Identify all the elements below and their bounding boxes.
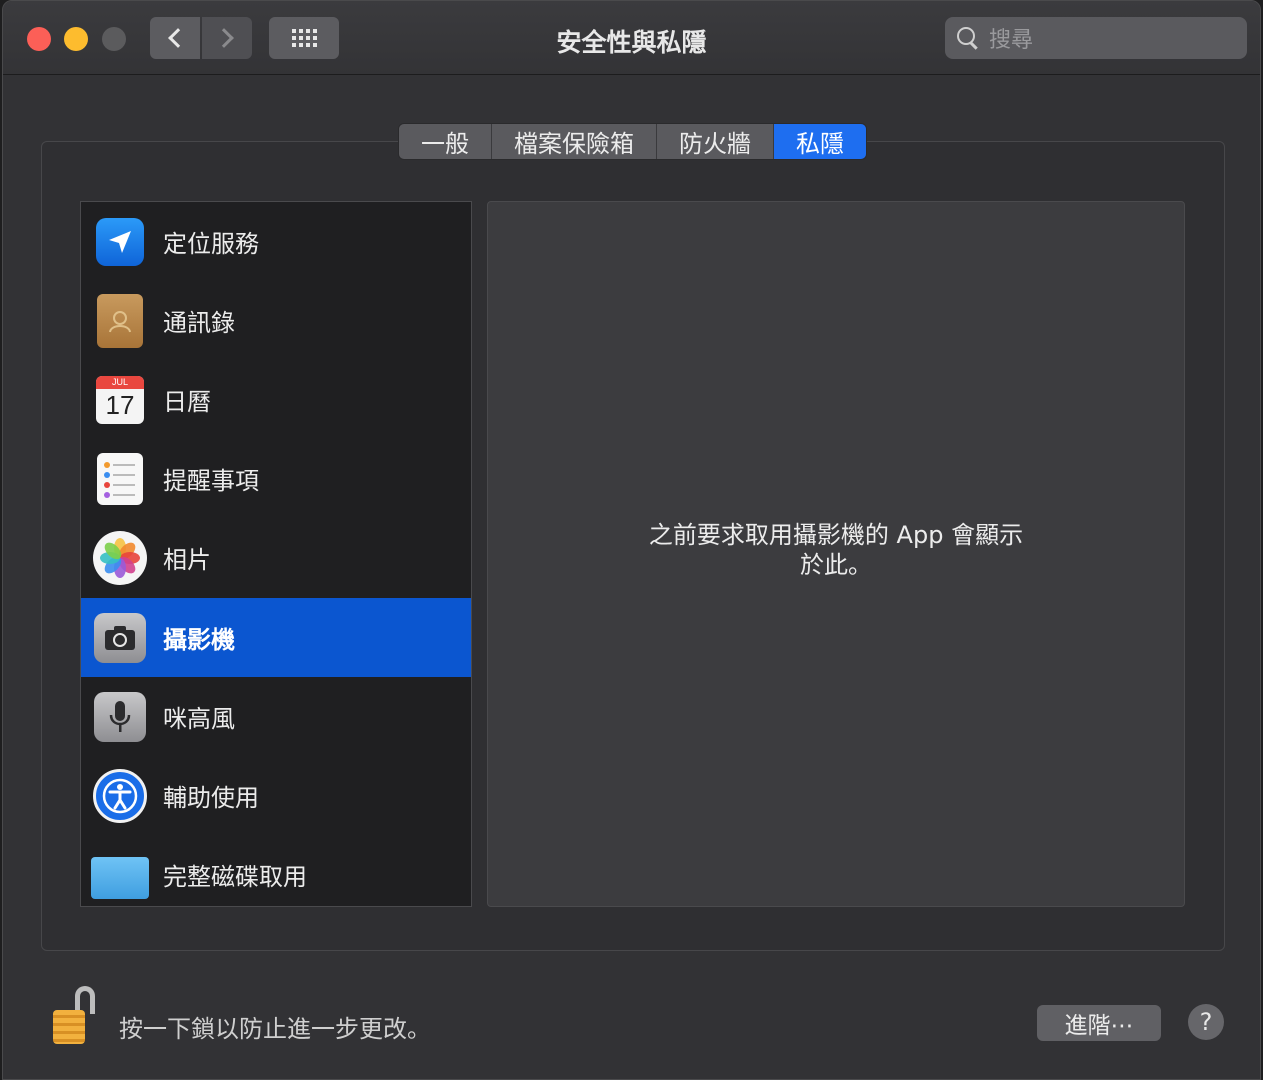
- contacts-book-icon: [97, 293, 143, 348]
- privacy-category-list: 定位服務 通訊錄 JUL 17 日曆 提醒事項 相片 攝影機 咪高風 輔助使用 …: [80, 201, 472, 907]
- list-item-location-services[interactable]: 定位服務: [81, 202, 471, 281]
- tab-filevault[interactable]: 檔案保險箱: [492, 124, 657, 159]
- calendar-month: JUL: [96, 375, 144, 389]
- calendar-day: 17: [105, 389, 135, 420]
- empty-state-message: 之前要求取用攝影機的 App 會顯示 於此。: [488, 520, 1184, 580]
- accessibility-icon: [93, 768, 147, 823]
- list-item-reminders[interactable]: 提醒事項: [81, 439, 471, 518]
- title-bar: 安全性與私隱 搜尋: [3, 1, 1260, 75]
- folder-icon: [91, 857, 149, 899]
- tab-general[interactable]: 一般: [399, 124, 492, 159]
- reminders-icon: [97, 452, 143, 505]
- list-item-contacts[interactable]: 通訊錄: [81, 281, 471, 360]
- detail-panel: 之前要求取用攝影機的 App 會顯示 於此。: [487, 201, 1185, 907]
- empty-state-line-1: 之前要求取用攝影機的 App 會顯示: [648, 521, 1024, 549]
- search-field[interactable]: 搜尋: [945, 17, 1247, 59]
- advanced-button[interactable]: 進階⋯: [1037, 1005, 1161, 1041]
- search-icon: [957, 27, 979, 49]
- list-item-calendar[interactable]: JUL 17 日曆: [81, 360, 471, 439]
- list-item-label: 通訊錄: [163, 309, 235, 337]
- location-arrow-icon: [96, 217, 144, 266]
- help-button[interactable]: ?: [1188, 1004, 1224, 1040]
- lock-hint-text: 按一下鎖以防止進一步更改。: [119, 1015, 431, 1043]
- list-item-camera[interactable]: 攝影機: [81, 598, 471, 677]
- list-item-photos[interactable]: 相片: [81, 518, 471, 597]
- list-item-label: 攝影機: [163, 626, 235, 654]
- list-item-microphone[interactable]: 咪高風: [81, 677, 471, 756]
- tab-privacy[interactable]: 私隱: [774, 124, 866, 159]
- list-item-label: 相片: [163, 546, 211, 574]
- list-item-label: 咪高風: [163, 705, 235, 733]
- microphone-icon: [94, 691, 146, 742]
- padlock-icon[interactable]: [49, 986, 99, 1046]
- list-item-label: 提醒事項: [163, 467, 259, 495]
- list-item-label: 定位服務: [163, 230, 259, 258]
- list-item-label: 日曆: [163, 388, 211, 416]
- tab-bar: 一般 檔案保險箱 防火牆 私隱: [398, 123, 867, 160]
- empty-state-line-2: 於此。: [800, 551, 872, 579]
- tab-firewall[interactable]: 防火牆: [657, 124, 774, 159]
- camera-icon: [94, 612, 146, 663]
- list-item-label: 輔助使用: [163, 784, 259, 812]
- list-item-accessibility[interactable]: 輔助使用: [81, 756, 471, 835]
- list-item-full-disk-access[interactable]: 完整磁碟取用: [81, 835, 471, 914]
- photos-icon: [93, 530, 147, 585]
- list-item-label: 完整磁碟取用: [163, 863, 307, 891]
- calendar-icon: JUL 17: [96, 375, 144, 424]
- preferences-window: 安全性與私隱 搜尋 一般 檔案保險箱 防火牆 私隱 定位服務 通訊錄 JUL 1…: [2, 0, 1261, 1080]
- search-placeholder: 搜尋: [989, 28, 1034, 53]
